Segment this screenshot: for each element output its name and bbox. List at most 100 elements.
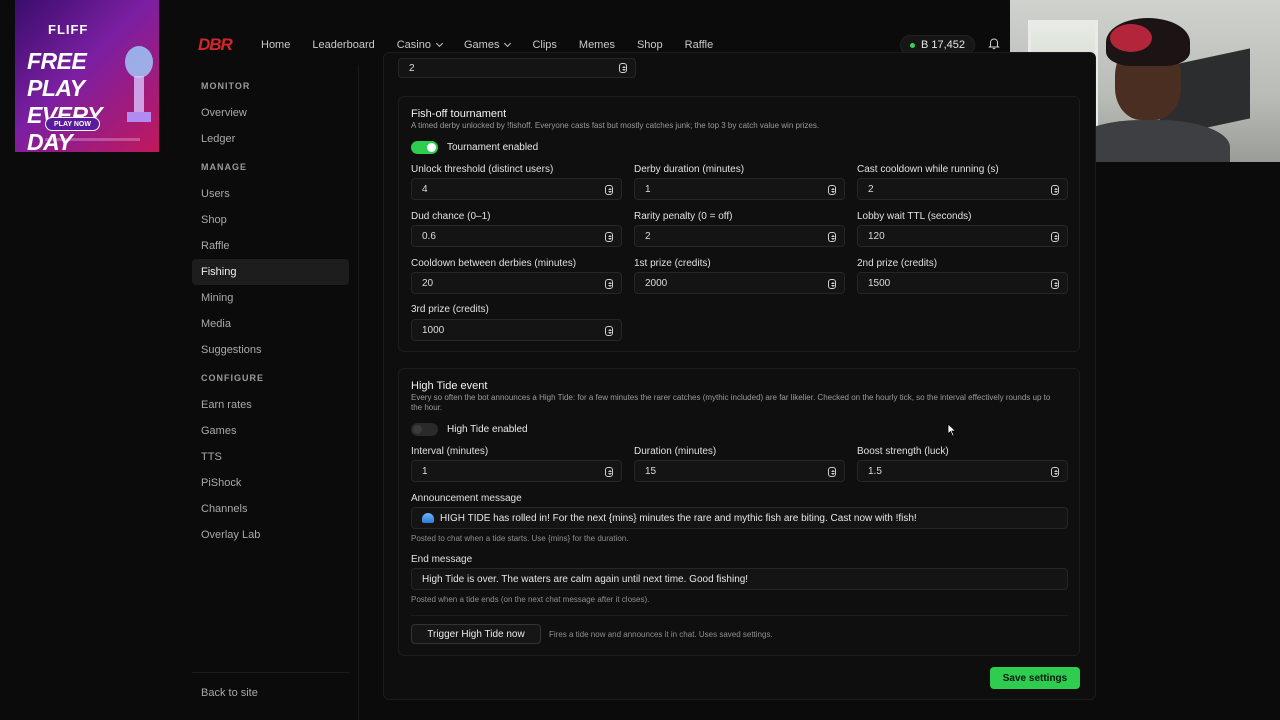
nav-links: Home Leaderboard Casino Games Clips Meme… <box>261 39 735 51</box>
fishoff-description: A timed derby unlocked by !fishoff. Ever… <box>411 121 820 130</box>
second-prize-label: 2nd prize (credits) <box>857 258 938 269</box>
sidebar-divider <box>192 672 349 673</box>
derby-duration-input[interactable]: 1 <box>634 178 845 200</box>
tournament-toggle-label: Tournament enabled <box>447 142 539 153</box>
spinner-icon[interactable] <box>1051 185 1059 195</box>
third-prize-label: 3rd prize (credits) <box>411 304 489 315</box>
bell-icon[interactable] <box>988 38 1000 50</box>
scrolled-number-field[interactable]: 2 <box>398 58 636 78</box>
tournament-toggle[interactable] <box>411 141 438 154</box>
dud-chance-input[interactable]: 0.6 <box>411 225 622 247</box>
duration-input[interactable]: 15 <box>634 460 845 482</box>
spinner-icon[interactable] <box>1051 279 1059 289</box>
third-prize-input[interactable]: 1000 <box>411 319 622 341</box>
sidebar-item-overlay-lab[interactable]: Overlay Lab <box>192 522 349 548</box>
back-to-site-link[interactable]: Back to site <box>201 687 258 699</box>
spinner-icon[interactable] <box>605 467 613 477</box>
status-dot-icon <box>910 42 915 48</box>
sidebar-item-fishing[interactable]: Fishing <box>192 259 349 285</box>
interval-label: Interval (minutes) <box>411 446 489 457</box>
first-prize-input[interactable]: 2000 <box>634 272 845 294</box>
unlock-threshold-label: Unlock threshold (distinct users) <box>411 164 554 175</box>
sidebar-item-pishock[interactable]: PiShock <box>192 470 349 496</box>
end-message-label: End message <box>411 554 473 565</box>
mouse-cursor-icon <box>947 423 957 437</box>
sidebar-item-suggestions[interactable]: Suggestions <box>192 337 349 363</box>
sidebar-border <box>358 65 359 720</box>
fishoff-card <box>398 96 1080 352</box>
nav-raffle[interactable]: Raffle <box>685 39 714 51</box>
sidebar-item-shop[interactable]: Shop <box>192 207 349 233</box>
nav-memes[interactable]: Memes <box>579 39 615 51</box>
sidebar-item-mining[interactable]: Mining <box>192 285 349 311</box>
spinner-icon[interactable] <box>1051 467 1059 477</box>
save-settings-button[interactable]: Save settings <box>990 667 1080 689</box>
nav-leaderboard[interactable]: Leaderboard <box>312 39 374 51</box>
ad-brand: FLIFF <box>48 22 89 37</box>
spinner-icon[interactable] <box>828 232 836 242</box>
dud-chance-label: Dud chance (0–1) <box>411 211 491 222</box>
wave-emoji-icon <box>422 513 434 523</box>
end-message-input[interactable]: High Tide is over. The waters are calm a… <box>411 568 1068 590</box>
spinner-icon[interactable] <box>605 326 613 336</box>
toggle-knob <box>413 425 422 434</box>
cast-cooldown-input[interactable]: 2 <box>857 178 1068 200</box>
first-prize-label: 1st prize (credits) <box>634 258 711 269</box>
lobby-wait-input[interactable]: 120 <box>857 225 1068 247</box>
nav-clips[interactable]: Clips <box>532 39 556 51</box>
chevron-down-icon <box>504 39 512 48</box>
sidebar-section-manage: MANAGE <box>201 162 247 172</box>
trigger-hightide-button[interactable]: Trigger High Tide now <box>411 624 541 644</box>
ad-headline: FREE PLAY EVERY DAY <box>27 48 102 152</box>
announcement-input[interactable]: HIGH TIDE has rolled in! For the next {m… <box>411 507 1068 529</box>
unlock-threshold-input[interactable]: 4 <box>411 178 622 200</box>
second-prize-input[interactable]: 1500 <box>857 272 1068 294</box>
sidebar-section-configure: CONFIGURE <box>201 373 264 383</box>
boost-strength-input[interactable]: 1.5 <box>857 460 1068 482</box>
derby-duration-label: Derby duration (minutes) <box>634 164 745 175</box>
hightide-toggle[interactable] <box>411 423 438 436</box>
sidebar-item-earn-rates[interactable]: Earn rates <box>192 392 349 418</box>
ad-fineprint <box>45 138 140 141</box>
hightide-description: Every so often the bot announces a High … <box>411 393 1051 412</box>
sidebar-item-games[interactable]: Games <box>192 418 349 444</box>
cast-cooldown-label: Cast cooldown while running (s) <box>857 164 999 175</box>
trophy-icon <box>125 46 153 122</box>
sidebar-item-ledger[interactable]: Ledger <box>192 126 349 152</box>
interval-input[interactable]: 1 <box>411 460 622 482</box>
sidebar-item-channels[interactable]: Channels <box>192 496 349 522</box>
hightide-divider <box>411 615 1068 616</box>
nav-shop[interactable]: Shop <box>637 39 663 51</box>
spinner-icon[interactable] <box>828 185 836 195</box>
spinner-icon[interactable] <box>1051 232 1059 242</box>
spinner-icon[interactable] <box>619 63 627 73</box>
announcement-hint: Posted to chat when a tide starts. Use {… <box>411 534 629 543</box>
toggle-knob <box>427 143 436 152</box>
announcement-label: Announcement message <box>411 493 522 504</box>
trigger-hint: Fires a tide now and announces it in cha… <box>549 630 773 639</box>
nav-games[interactable]: Games <box>464 39 512 51</box>
ad-play-button[interactable]: PLAY NOW <box>45 117 100 131</box>
spinner-icon[interactable] <box>828 279 836 289</box>
admin-sidebar: MONITOR Overview Ledger MANAGE Users Sho… <box>192 78 358 548</box>
sidebar-item-overview[interactable]: Overview <box>192 100 349 126</box>
nav-casino[interactable]: Casino <box>397 39 444 51</box>
rarity-penalty-input[interactable]: 2 <box>634 225 845 247</box>
sidebar-item-tts[interactable]: TTS <box>192 444 349 470</box>
nav-home[interactable]: Home <box>261 39 290 51</box>
sidebar-item-raffle[interactable]: Raffle <box>192 233 349 259</box>
spinner-icon[interactable] <box>605 279 613 289</box>
site-logo[interactable]: DBR <box>198 35 233 55</box>
ad-banner[interactable]: FLIFF FREE PLAY EVERY DAY PLAY NOW <box>15 0 159 152</box>
derby-cooldown-input[interactable]: 20 <box>411 272 622 294</box>
chevron-down-icon <box>435 39 444 48</box>
rarity-penalty-label: Rarity penalty (0 = off) <box>634 211 733 222</box>
spinner-icon[interactable] <box>828 467 836 477</box>
sidebar-item-media[interactable]: Media <box>192 311 349 337</box>
sidebar-item-users[interactable]: Users <box>192 181 349 207</box>
duration-label: Duration (minutes) <box>634 446 717 457</box>
cam-person-hair-dye <box>1110 24 1152 52</box>
derby-cooldown-label: Cooldown between derbies (minutes) <box>411 258 577 269</box>
spinner-icon[interactable] <box>605 232 613 242</box>
spinner-icon[interactable] <box>605 185 613 195</box>
